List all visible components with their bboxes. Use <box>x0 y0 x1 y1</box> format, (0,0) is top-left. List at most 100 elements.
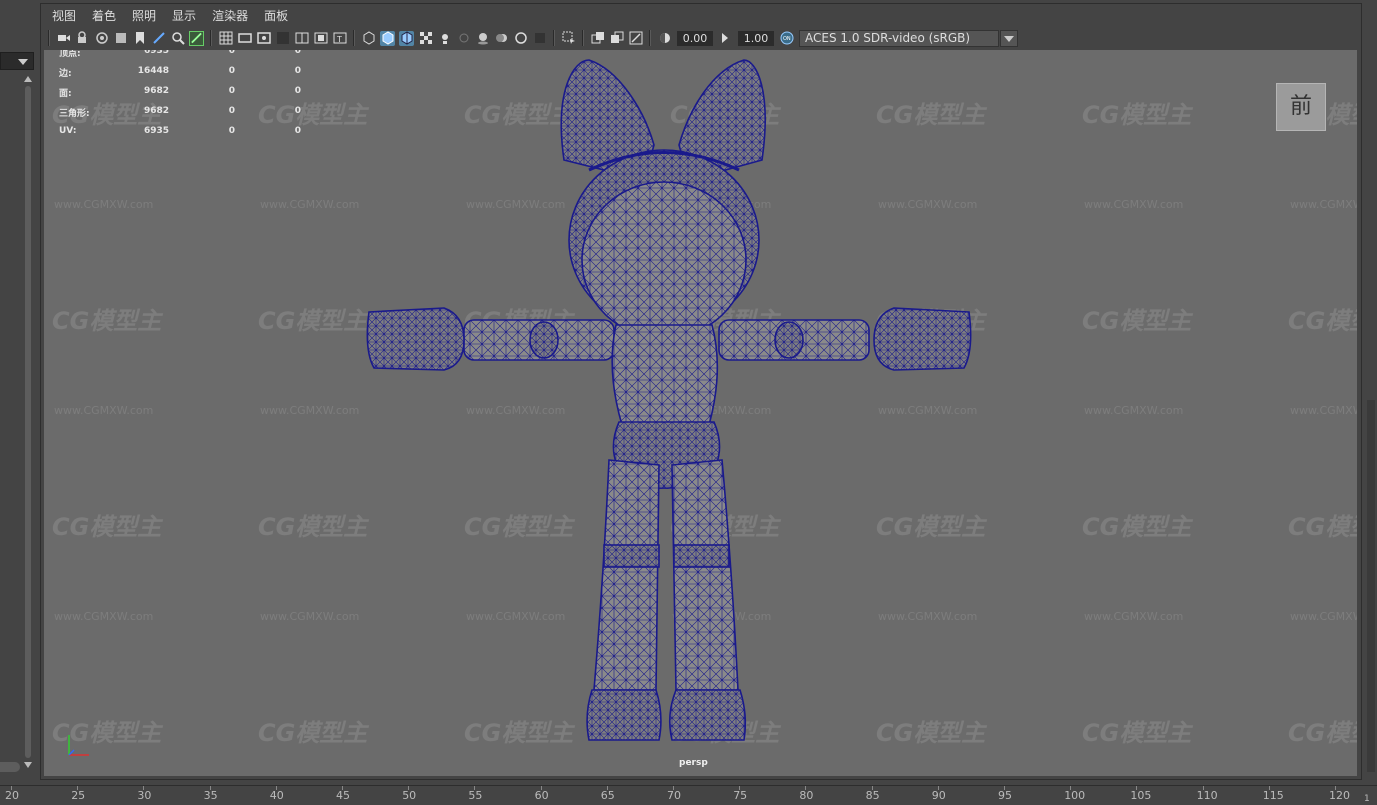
ruler-tick <box>1070 786 1072 790</box>
hud-selected: 0 <box>228 66 235 76</box>
isolate-select-icon[interactable] <box>561 31 576 46</box>
2d-pan-zoom-icon[interactable] <box>170 31 185 46</box>
menu-shading[interactable]: 着色 <box>84 6 124 26</box>
pen-tool-icon[interactable] <box>189 30 204 46</box>
hud-selected: 0 <box>228 126 235 136</box>
hud-value: 9682 <box>143 106 169 116</box>
character-wireframe[interactable] <box>44 50 1357 776</box>
hud-label: 边: <box>59 69 72 79</box>
left-panel <box>0 0 40 785</box>
right-scrollbar[interactable] <box>1365 0 1377 785</box>
menu-view[interactable]: 视图 <box>44 6 84 26</box>
ruler-tick-label: 120 <box>1329 789 1350 802</box>
svg-text:ON: ON <box>783 36 791 42</box>
ruler-tick-label: 100 <box>1064 789 1086 802</box>
motion-blur-icon[interactable] <box>494 31 509 46</box>
ruler-tick <box>143 786 145 790</box>
hud-value: 9682 <box>143 86 169 96</box>
menu-show[interactable]: 显示 <box>164 6 204 26</box>
select-camera-icon[interactable] <box>56 31 71 46</box>
image-plane-icon[interactable] <box>113 31 128 46</box>
toolbar-divider <box>553 30 555 46</box>
hud-label: 顶点: <box>59 50 81 59</box>
ruler-tick <box>805 786 807 790</box>
poly-count-hud: 顶点: 6935 0 0 边: 16448 0 0 面: 9682 0 0 三角形: 9682 0 0 … <box>59 50 301 146</box>
time-ruler[interactable]: 20 25 30 35 40 45 50 55 60 65 70 75 80 85 90 95 100 105 11… <box>0 785 1377 805</box>
chevron-down-icon[interactable] <box>1000 29 1018 47</box>
scroll-thumb[interactable] <box>1367 400 1375 772</box>
antialiasing-icon[interactable] <box>513 31 528 46</box>
left-scroll-handle[interactable] <box>0 762 20 772</box>
left-scrollbar[interactable] <box>22 76 34 771</box>
3d-viewport[interactable]: CG模型主 www.CGMXW.com CG模型主 www.CGMXW.com CG模型… <box>44 50 1357 776</box>
gamma-icon[interactable] <box>718 31 733 46</box>
ruler-tick <box>1202 786 1204 790</box>
grease-pencil-icon[interactable] <box>151 31 166 46</box>
hud-component: 0 <box>294 86 301 96</box>
safe-title-icon[interactable]: T <box>332 31 347 46</box>
ruler-tick-label: 35 <box>203 789 218 802</box>
toolbar-divider <box>649 30 651 46</box>
field-chart-icon[interactable] <box>294 31 309 46</box>
viewport-toolbar: T 0.00 1.00 ON ACES 1.0 SDR-video (sRGB) <box>44 27 1358 49</box>
smooth-shade-icon[interactable] <box>380 30 395 46</box>
toolbar-divider <box>48 30 50 46</box>
wireframe-on-shaded-icon[interactable] <box>399 30 414 46</box>
menu-panels[interactable]: 面板 <box>256 6 296 26</box>
ruler-tick <box>1136 786 1138 790</box>
view-transform-select[interactable]: ACES 1.0 SDR-video (sRGB) <box>799 29 999 47</box>
ruler-tick-label: 85 <box>865 789 880 802</box>
scroll-thumb[interactable] <box>25 86 31 758</box>
hud-row-triangles: 三角形: 9682 0 0 <box>59 106 301 126</box>
lock-camera-icon[interactable] <box>75 31 90 46</box>
menu-renderer[interactable]: 渲染器 <box>204 6 256 26</box>
exposure-field[interactable]: 0.00 <box>677 30 713 46</box>
wireframe-icon[interactable] <box>361 31 376 46</box>
depth-of-field-icon[interactable] <box>532 31 547 46</box>
lighting-icon[interactable] <box>437 31 452 46</box>
ruler-tick <box>11 786 12 790</box>
color-management-icon[interactable]: ON <box>779 31 794 46</box>
hud-value: 16448 <box>137 66 169 76</box>
panel-dropdown[interactable] <box>0 52 34 70</box>
ruler-tick-label: 65 <box>600 789 615 802</box>
ruler-tick-label: 110 <box>1196 789 1218 802</box>
ruler-tick-label: 80 <box>799 789 814 802</box>
xray-joints-icon[interactable] <box>628 31 643 46</box>
ruler-tick-label: 20 <box>5 789 19 802</box>
film-gate-icon[interactable] <box>237 31 252 46</box>
toolbar-divider <box>210 30 212 46</box>
gate-mask-icon[interactable] <box>275 31 290 46</box>
grid-icon[interactable] <box>218 31 233 46</box>
scroll-down-icon[interactable] <box>24 762 32 768</box>
ruler-tick <box>77 786 79 790</box>
ruler-tick <box>739 786 741 790</box>
safe-action-icon[interactable] <box>313 31 328 46</box>
gamma-field[interactable]: 1.00 <box>738 30 774 46</box>
textured-icon[interactable] <box>418 31 433 46</box>
hud-row-vertices: 顶点: 6935 0 0 <box>59 50 301 66</box>
camera-name-label: persp <box>679 758 708 768</box>
ambient-occlusion-icon[interactable] <box>475 31 490 46</box>
shadows-icon[interactable] <box>456 31 471 46</box>
xray-icon[interactable] <box>590 31 605 46</box>
svg-text:T: T <box>336 35 342 44</box>
camera-attributes-icon[interactable] <box>94 31 109 46</box>
hud-component: 0 <box>294 50 301 56</box>
hud-label: UV: <box>59 126 77 136</box>
ruler-tick-label: 55 <box>468 789 483 802</box>
ruler-tick-label: 90 <box>931 789 946 802</box>
exposure-icon[interactable] <box>657 31 672 46</box>
ruler-tick <box>673 786 674 790</box>
ruler-tick-label: 60 <box>534 789 549 802</box>
ruler-tick-label: 70 <box>667 789 681 802</box>
ruler-tick <box>342 786 343 790</box>
hud-selected: 0 <box>228 86 235 96</box>
hud-component: 0 <box>294 66 301 76</box>
view-cube[interactable]: 前 <box>1276 83 1326 131</box>
bookmark-icon[interactable] <box>132 31 147 46</box>
xray-active-components-icon[interactable] <box>609 31 624 46</box>
scroll-up-icon[interactable] <box>24 76 32 82</box>
menu-lighting[interactable]: 照明 <box>124 6 164 26</box>
resolution-gate-icon[interactable] <box>256 31 271 46</box>
